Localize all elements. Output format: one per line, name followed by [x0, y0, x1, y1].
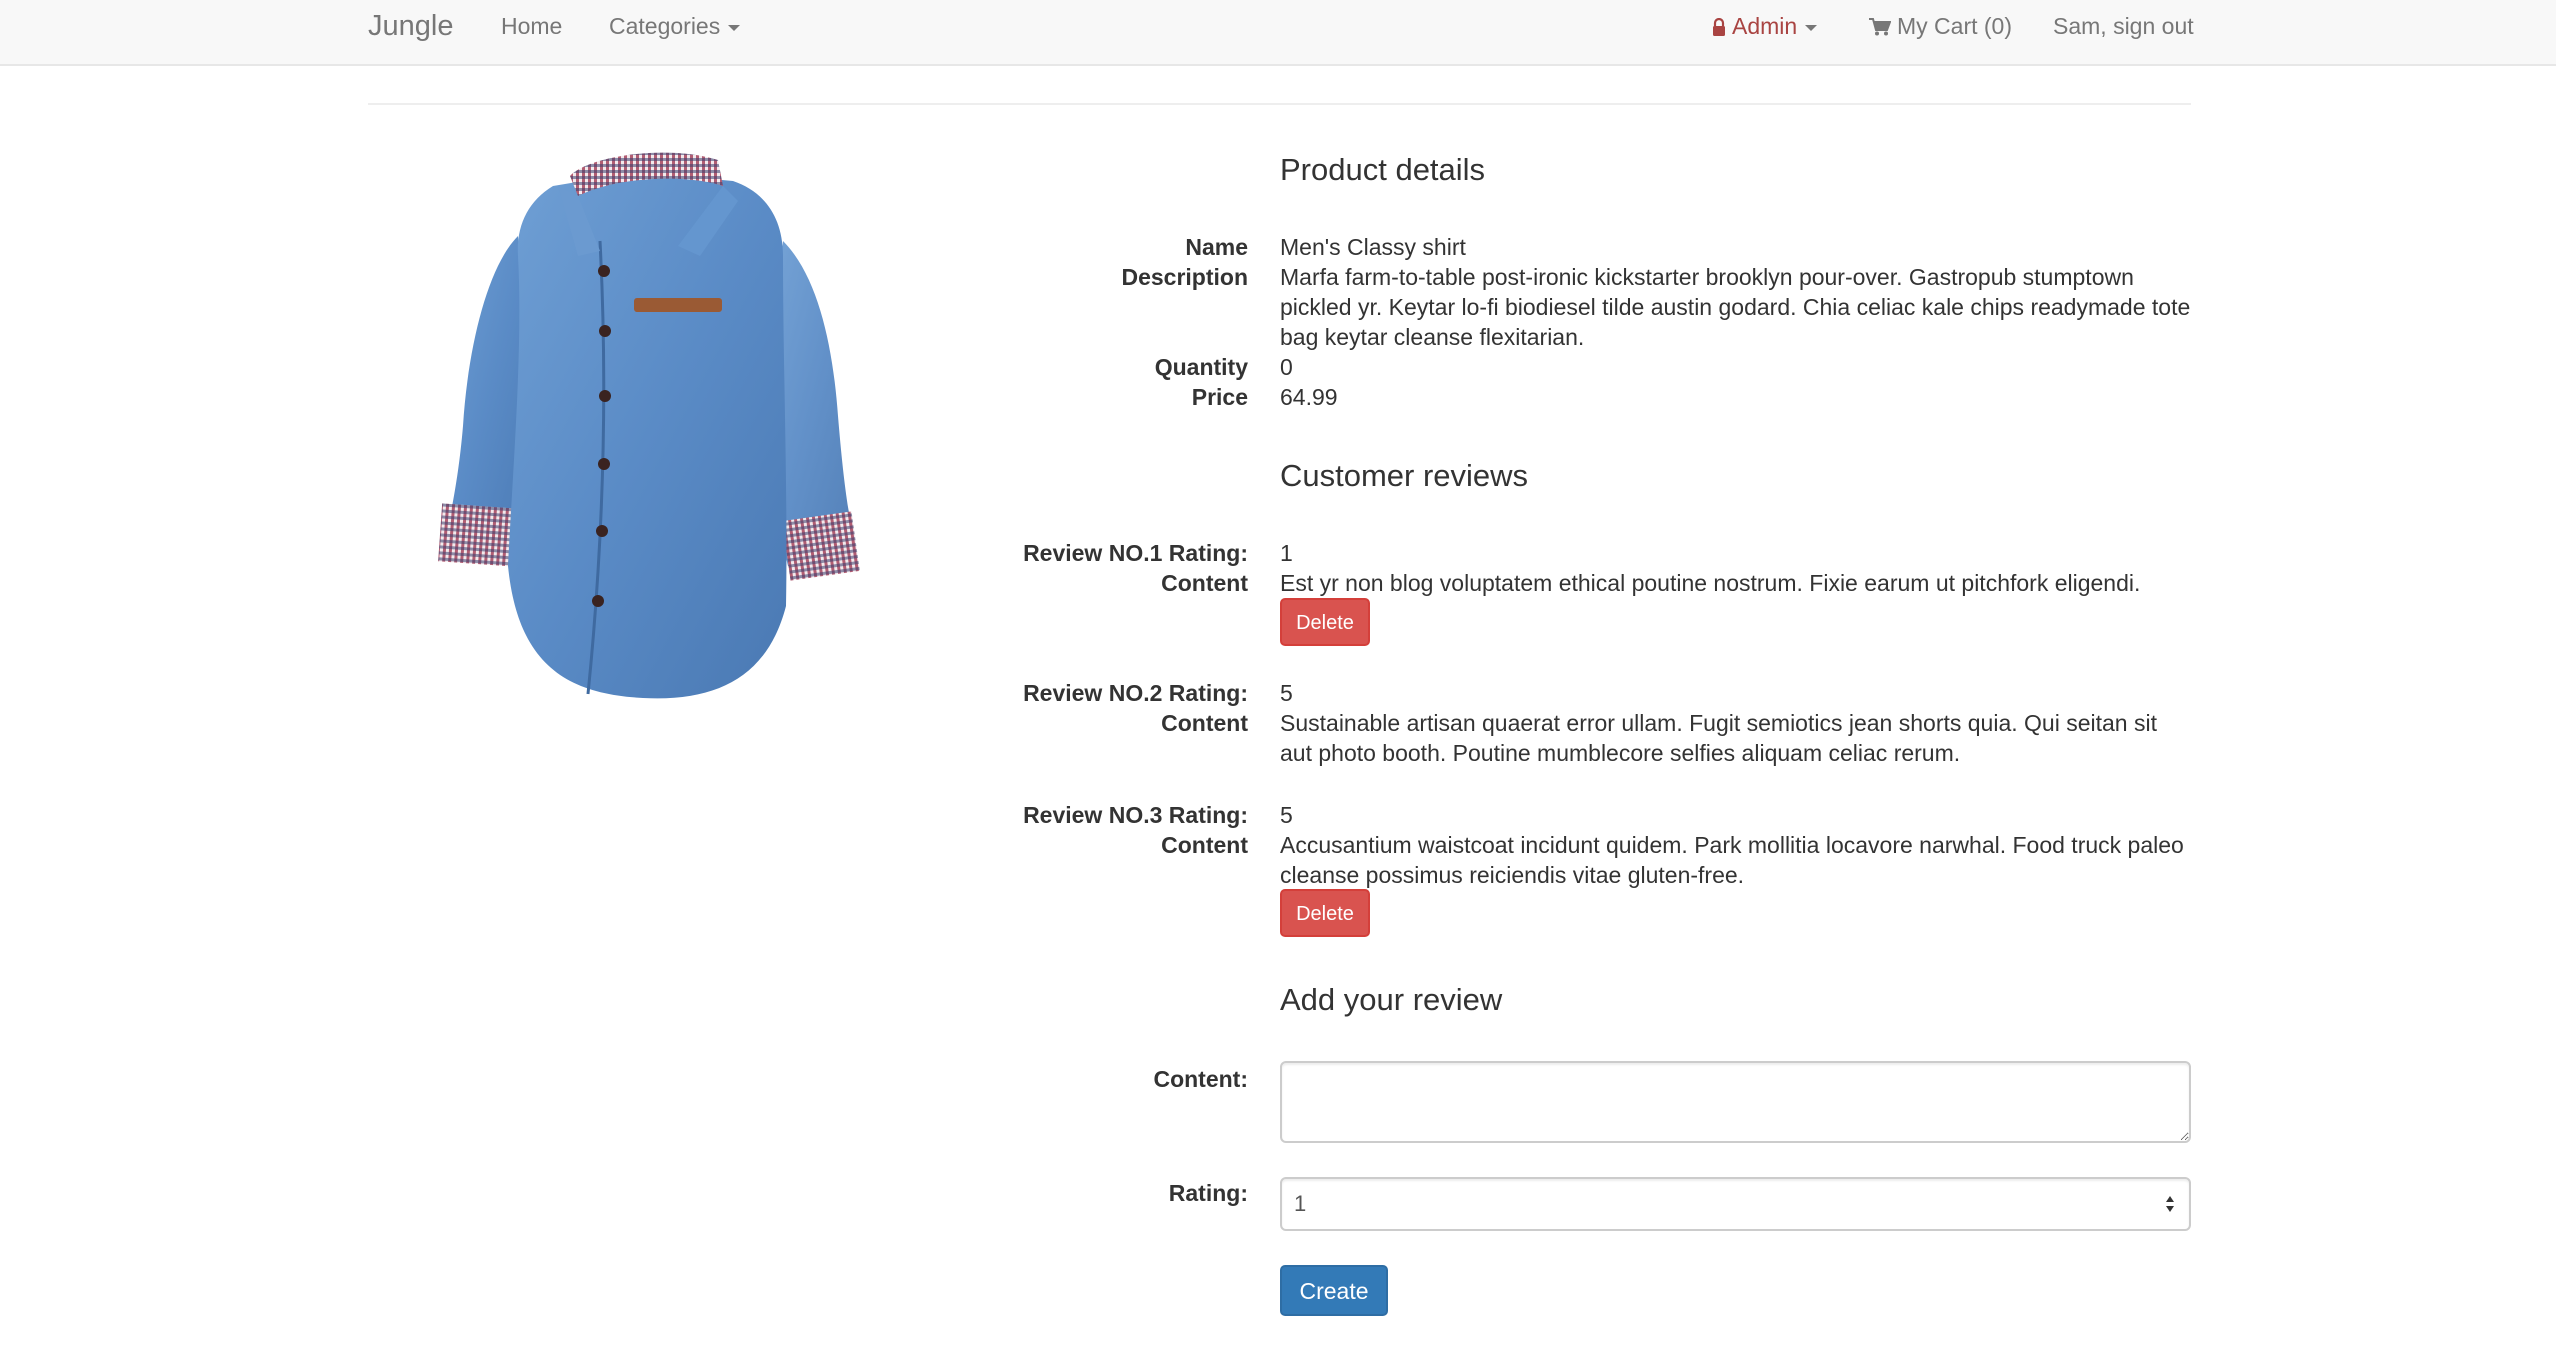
- review-2-rating: 5: [1280, 680, 1293, 706]
- description-label: Description: [1121, 264, 1248, 290]
- nav-admin-dropdown[interactable]: Admin: [1712, 0, 1818, 54]
- review-content-input[interactable]: [1280, 1061, 2191, 1143]
- review-1-content-label: Content: [1161, 570, 1248, 596]
- review-1-content: Est yr non blog voluptatem ethical pouti…: [1280, 570, 2141, 596]
- top-navbar: Jungle Home Categories Admin My Cart (0)…: [0, 0, 2556, 66]
- nav-categories-dropdown[interactable]: Categories: [609, 0, 741, 52]
- nav-cart-link[interactable]: My Cart (0): [1869, 0, 2012, 52]
- review-1-delete-button[interactable]: Delete: [1280, 598, 1370, 646]
- product-price: 64.99: [1280, 384, 1338, 410]
- review-2-content-label: Content: [1161, 710, 1248, 736]
- review-1-rating-label: Review NO.1 Rating:: [1023, 540, 1248, 566]
- nav-signout-link[interactable]: Sam, sign out: [2053, 0, 2194, 52]
- review-3-content-label: Content: [1161, 832, 1248, 858]
- cart-label: My Cart (0): [1897, 13, 2012, 39]
- content-field-label: Content:: [1153, 1066, 1248, 1092]
- customer-reviews-heading: Customer reviews: [1280, 458, 1529, 493]
- review-3-rating: 5: [1280, 802, 1293, 828]
- nav-home-link[interactable]: Home: [501, 0, 562, 52]
- product-quantity: 0: [1280, 354, 1293, 380]
- brand-link[interactable]: Jungle: [368, 0, 453, 52]
- name-label: Name: [1185, 234, 1248, 260]
- add-review-heading: Add your review: [1280, 982, 1503, 1017]
- page-title-remnant: [368, 66, 978, 74]
- review-3-delete-button[interactable]: Delete: [1280, 889, 1370, 937]
- product-image: [438, 152, 860, 699]
- product-name: Men's Classy shirt: [1280, 234, 1466, 260]
- review-3-content: Accusantium waistcoat incidunt quidem. P…: [1280, 832, 2184, 888]
- rating-select-value: 1: [1294, 1191, 1307, 1216]
- review-1-rating: 1: [1280, 540, 1293, 566]
- review-3-rating-label: Review NO.3 Rating:: [1023, 802, 1248, 828]
- lock-icon: [1712, 2, 1726, 54]
- select-arrows-icon: [2166, 1196, 2174, 1212]
- shopping-cart-icon: [1869, 2, 1892, 54]
- rating-select[interactable]: 1: [1280, 1177, 2191, 1231]
- chevron-down-icon: [728, 24, 741, 31]
- product-description: Marfa farm-to-table post-ironic kickstar…: [1280, 264, 2191, 350]
- create-review-button[interactable]: Create: [1280, 1265, 1388, 1316]
- price-label: Price: [1191, 384, 1248, 410]
- header-divider: [368, 103, 2191, 105]
- admin-label: Admin: [1732, 13, 1798, 39]
- review-2-content: Sustainable artisan quaerat error ullam.…: [1280, 710, 2157, 766]
- review-2-rating-label: Review NO.2 Rating:: [1023, 680, 1248, 706]
- quantity-label: Quantity: [1154, 354, 1248, 380]
- chevron-down-icon: [1805, 24, 1818, 31]
- product-details-heading: Product details: [1280, 152, 1486, 187]
- rating-field-label: Rating:: [1168, 1180, 1248, 1206]
- categories-label: Categories: [609, 13, 721, 39]
